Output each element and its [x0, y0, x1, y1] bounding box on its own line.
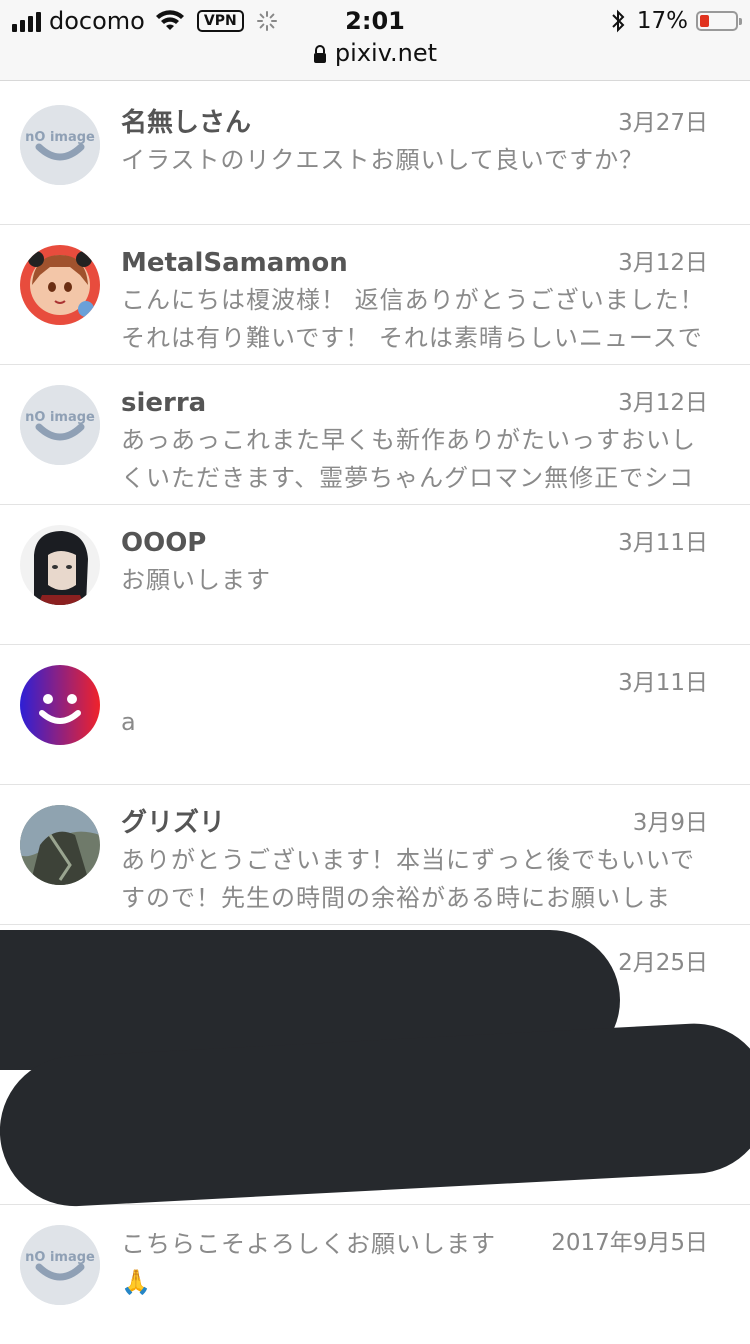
user-avatar [20, 245, 100, 325]
user-avatar [20, 805, 100, 885]
battery-level [700, 15, 709, 27]
no-image-avatar: nO image [20, 385, 100, 465]
sender-name: 名無しさん [121, 108, 252, 138]
preview-line: a [121, 708, 137, 736]
preview-line: すので！先生の時間の余裕がある時にお願いしま [121, 884, 671, 912]
status-right: 17% [609, 6, 742, 36]
message-row[interactable]: 3月11日 a [0, 645, 750, 785]
preview-line: イラストのリクエストお願いして良いですか？ [121, 146, 645, 174]
message-preview: ありがとうございます！本当にずっと後でもいいで すので！先生の時間の余裕がある時… [121, 841, 721, 917]
preview-line: ありがとうございます！本当にずっと後でもいいで [121, 846, 696, 874]
default-smiley-avatar [20, 665, 100, 745]
sender-name: OOOP [121, 528, 207, 558]
bluetooth-icon [612, 9, 625, 33]
message-date: 3月12日 [618, 390, 708, 416]
no-image-avatar: nO image [20, 1225, 100, 1305]
no-image-avatar: nO image [20, 105, 100, 185]
preview-line: こんにちは榎波様！ 返信ありがとうございました！ [121, 286, 705, 314]
message-date: 3月27日 [618, 110, 708, 136]
message-date: 2月25日 [618, 950, 708, 976]
message-date: 3月11日 [618, 670, 708, 696]
sender-name: MetalSamamon [121, 248, 348, 278]
status-bar: docomo VPN 2:01 17% pixiv.net [0, 0, 750, 81]
message-date: 3月12日 [618, 250, 708, 276]
message-row[interactable]: MetalSamamon 3月12日 こんにちは榎波様！ 返信ありがとうございま… [0, 225, 750, 365]
battery-percent: 17% [636, 8, 688, 34]
message-row[interactable]: nO image 名無しさん 3月27日 イラストのリクエストお願いして良いです… [0, 85, 750, 225]
lock-icon [313, 45, 326, 63]
message-date: 3月11日 [618, 530, 708, 556]
message-preview: a [121, 703, 721, 741]
message-preview: こちらこそよろしくお願いします 🙏 [121, 1225, 721, 1301]
preview-line: それは有り難いです！ それは素晴らしいニュースで [121, 324, 703, 352]
preview-line: お願いします [121, 566, 271, 594]
preview-line: 🙏 [121, 1268, 152, 1296]
preview-line: こちらこそよろしくお願いします [121, 1230, 496, 1258]
message-row[interactable]: OOOP 3月11日 お願いします [0, 505, 750, 645]
message-row[interactable]: グリズリ 3月9日 ありがとうございます！本当にずっと後でもいいで すので！先生… [0, 785, 750, 925]
svg-text:nO image: nO image [25, 410, 95, 425]
sender-name: グリズリ [121, 808, 226, 838]
message-preview: イラストのリクエストお願いして良いですか？ [121, 141, 721, 179]
message-row[interactable]: nO image sierra 3月12日 あっあっこれまた早くも新作ありがたい… [0, 365, 750, 505]
svg-text:nO image: nO image [25, 1250, 95, 1265]
preview-line: くいただきます、霊夢ちゃんグロマン無修正でシコ [121, 464, 695, 492]
sender-name: sierra [121, 388, 207, 418]
message-date: 3月9日 [632, 810, 708, 836]
url-bar[interactable]: pixiv.net [0, 38, 750, 68]
message-preview: お願いします [121, 561, 721, 599]
preview-line: あっあっこれまた早くも新作ありがたいっすおいし [121, 426, 696, 454]
battery-tip [739, 18, 742, 25]
battery-icon [696, 11, 742, 31]
message-preview: こんにちは榎波様！ 返信ありがとうございました！ それは有り難いです！ それは素… [121, 281, 721, 357]
svg-text:nO image: nO image [25, 130, 95, 145]
message-row[interactable]: nO image 2017年9月5日 こちらこそよろしくお願いします 🙏 [0, 1205, 750, 1344]
url-text: pixiv.net [334, 39, 438, 67]
message-preview: あっあっこれまた早くも新作ありがたいっすおいし くいただきます、霊夢ちゃんグロマ… [121, 421, 721, 497]
user-avatar [20, 525, 100, 605]
